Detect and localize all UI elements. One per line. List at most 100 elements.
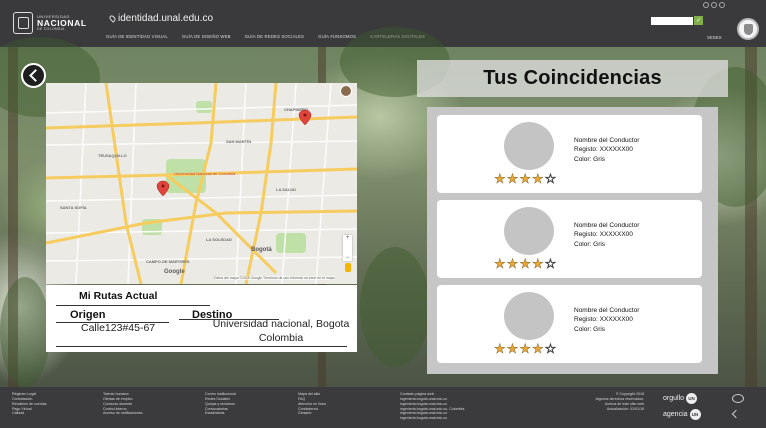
star-empty-icon[interactable]: ☆ <box>544 172 556 186</box>
map-place-label: Universidad Nacional de Colombia <box>174 171 236 176</box>
matches-list: Nombre del Conductor Registo: XXXXXX00 C… <box>427 107 718 374</box>
footer-link[interactable]: Calidad <box>12 411 47 416</box>
star-filled-icon[interactable]: ★ <box>494 257 506 271</box>
star-filled-icon[interactable]: ★ <box>532 257 544 271</box>
footer-link[interactable]: Rendición de cuentas <box>12 402 47 407</box>
destination-value[interactable]: Universidad nacional, Bogota Colombia <box>206 318 356 345</box>
star-empty-icon[interactable]: ☆ <box>544 257 556 271</box>
header-search-button[interactable]: ✓ <box>694 16 703 25</box>
nav-item-unsomos[interactable]: GUÍA #UNSOMOS <box>318 34 356 39</box>
current-route-card: Mi Rutas Actual Origen Destino Calle123#… <box>46 285 357 352</box>
star-filled-icon[interactable]: ★ <box>532 172 544 186</box>
zoom-in-button[interactable]: + <box>346 235 350 241</box>
driver-info: Nombre del Conductor Registo: XXXXXX00 C… <box>574 221 639 249</box>
star-filled-icon[interactable]: ★ <box>519 342 531 356</box>
star-filled-icon[interactable]: ★ <box>519 257 531 271</box>
nav-item-identidad-visual[interactable]: GUÍA DE IDENTIDAD VISUAL <box>106 34 168 39</box>
footer-col-4: Mapa del sitio FAQ Atención en línea Con… <box>298 392 326 416</box>
footer-col-5: Contacto página web: ingenieria.bogota.u… <box>400 392 464 421</box>
unal-logo[interactable]: UNIVERSIDAD NACIONAL DE COLOMBIA <box>13 7 99 39</box>
footer-col-2: Talento humano Ofertas de empleo Concurs… <box>103 392 143 416</box>
location-pin-icon <box>108 14 117 23</box>
footer-link[interactable]: Glosario <box>298 411 326 416</box>
logo-sub-text: DE COLOMBIA <box>37 26 65 31</box>
driver-rating[interactable]: ★ ★ ★ ★ ☆ <box>494 342 557 356</box>
logo-text: UNIVERSIDAD NACIONAL DE COLOMBIA <box>37 15 87 31</box>
footer-link[interactable]: Acceso de notificaciones <box>103 411 143 416</box>
map-city-label: Bogotá <box>251 247 272 253</box>
map-zone-label: SANTA SOFÍA <box>60 205 87 210</box>
map-canvas: CHAPINERO TEUSAQUILLO LA SOLEDAD SANTA S… <box>46 83 357 284</box>
window-dot-icon[interactable] <box>703 2 709 8</box>
google-logo: Google <box>164 269 185 275</box>
driver-info: Nombre del Conductor Registo: XXXXXX00 C… <box>574 136 639 164</box>
route-map[interactable]: CHAPINERO TEUSAQUILLO LA SOLEDAD SANTA S… <box>46 83 357 284</box>
driver-registro: Registo: XXXXXX00 <box>574 146 633 154</box>
un-badge-icon: UN <box>689 409 701 420</box>
driver-card[interactable]: Nombre del Conductor Registo: XXXXXX00 C… <box>437 285 702 363</box>
map-zoom-controls[interactable]: + − <box>343 235 352 261</box>
footer-link[interactable]: Estadísticas <box>205 411 236 416</box>
orgullo-un-logo[interactable]: orgullo UN <box>663 393 698 404</box>
driver-name: Nombre del Conductor <box>574 222 640 229</box>
star-filled-icon[interactable]: ★ <box>506 342 518 356</box>
site-url-text: identidad.unal.edu.co <box>118 13 214 24</box>
driver-rating[interactable]: ★ ★ ★ ★ ☆ <box>494 172 557 186</box>
footer-link[interactable]: Quejas y reclamos <box>205 402 236 407</box>
star-filled-icon[interactable]: ★ <box>494 342 506 356</box>
map-zone-label: CAMPO DE MÁRTIRES <box>146 259 190 264</box>
star-filled-icon[interactable]: ★ <box>506 257 518 271</box>
chat-icon[interactable] <box>732 394 744 403</box>
origin-value[interactable]: Calle123#45-67 <box>81 322 155 334</box>
driver-registro: Registo: XXXXXX00 <box>574 316 633 324</box>
zoom-out-button[interactable]: − <box>346 255 350 261</box>
star-filled-icon[interactable]: ★ <box>506 172 518 186</box>
star-empty-icon[interactable]: ☆ <box>544 342 556 356</box>
window-dot-icon[interactable] <box>719 2 725 8</box>
chevron-left-icon[interactable] <box>731 409 741 419</box>
map-zone-label: SAN MARTÍN <box>226 139 251 144</box>
driver-avatar <box>504 292 554 340</box>
driver-card[interactable]: Nombre del Conductor Registo: XXXXXX00 C… <box>437 115 702 193</box>
map-zone-label: TEUSAQUILLO <box>98 153 127 158</box>
footer-updated: Actualización: 01/01/18 <box>606 406 644 411</box>
driver-avatar <box>504 207 554 255</box>
tree-foliage <box>0 277 50 387</box>
footer-contact-line[interactable]: ingenieria.bogota.unal.edu.co <box>400 416 464 421</box>
driver-rating[interactable]: ★ ★ ★ ★ ☆ <box>494 257 557 271</box>
route-title: Mi Rutas Actual <box>79 290 158 302</box>
map-zone-label: LA SOLEDAD <box>206 237 232 242</box>
orgullo-text: orgullo <box>663 395 685 402</box>
sedes-dropdown[interactable]: SEDES <box>707 35 722 40</box>
map-attribution[interactable]: Datos del mapa ©2019 Google Términos de … <box>214 276 335 280</box>
footer-col-3: Correo institucional Redes Sociales Quej… <box>205 392 236 416</box>
star-filled-icon[interactable]: ★ <box>519 172 531 186</box>
footer-link[interactable]: Atención en línea <box>298 402 326 407</box>
site-footer: Régimen Legal Contratación Rendición de … <box>0 387 766 428</box>
nav-item-redes-sociales[interactable]: GUÍA DE REDES SOCIALES <box>245 34 304 39</box>
nav-item-diseno-web[interactable]: GUÍA DE DISEÑO WEB <box>182 34 231 39</box>
driver-info: Nombre del Conductor Registo: XXXXXX00 C… <box>574 306 639 334</box>
driver-registro: Registo: XXXXXX00 <box>574 231 633 239</box>
map-zone-label: LA SALUD <box>276 187 296 192</box>
divider <box>56 305 210 306</box>
star-filled-icon[interactable]: ★ <box>494 172 506 186</box>
driver-name: Nombre del Conductor <box>574 307 640 314</box>
back-button[interactable] <box>21 63 46 88</box>
matches-title-bar: Tus Coincidencias <box>417 60 728 97</box>
agencia-un-logo[interactable]: agencia UN <box>663 409 701 420</box>
pegman-icon[interactable] <box>345 263 351 272</box>
site-url-link[interactable]: identidad.unal.edu.co <box>108 13 214 24</box>
driver-card[interactable]: Nombre del Conductor Registo: XXXXXX00 C… <box>437 200 702 278</box>
matches-title: Tus Coincidencias <box>483 67 662 89</box>
origin-label: Origen <box>70 309 106 321</box>
driver-color: Color: Gris <box>574 155 606 163</box>
window-dot-icon[interactable] <box>711 2 717 8</box>
map-park-area <box>196 101 212 113</box>
map-park-area <box>276 233 306 253</box>
un-badge-icon: UN <box>686 393 698 404</box>
escudo-icon[interactable] <box>737 18 759 40</box>
star-filled-icon[interactable]: ★ <box>532 342 544 356</box>
map-user-avatar[interactable] <box>340 85 352 97</box>
header-search-input[interactable] <box>651 17 693 25</box>
